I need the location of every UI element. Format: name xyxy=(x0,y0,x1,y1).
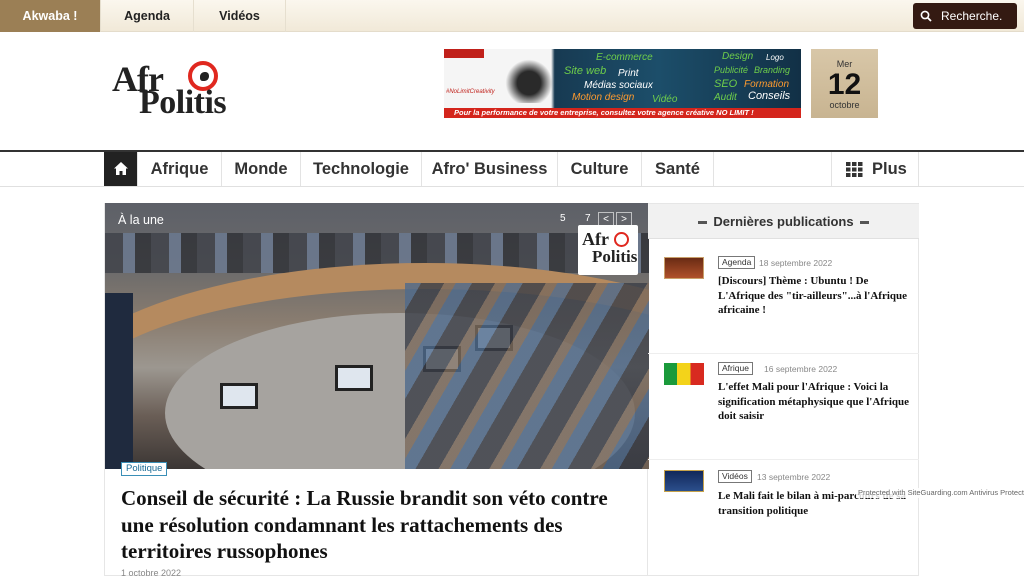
latest-posts-heading: Dernières publications xyxy=(713,214,854,229)
ad-word: E-commerce xyxy=(596,52,653,63)
ad-hashtag: #NoLimitCreativity xyxy=(446,89,495,95)
ad-word: Motion design xyxy=(572,92,635,103)
search-icon xyxy=(920,10,932,22)
ad-word: SEO xyxy=(714,78,738,90)
featured-title[interactable]: Conseil de sécurité : La Russie brandit … xyxy=(121,485,621,565)
post-tag[interactable]: Afrique xyxy=(718,362,753,375)
post-date: 13 septembre 2022 xyxy=(757,472,831,482)
slider-total: 7 xyxy=(585,213,591,224)
ad-banner[interactable]: E-commerce Site web Print Médias sociaux… xyxy=(444,49,801,118)
nav-item-afrique[interactable]: Afrique xyxy=(138,152,222,186)
ad-word: Branding xyxy=(754,65,791,75)
featured-watermark-logo: Afr Politis xyxy=(578,225,638,275)
post-thumbnail[interactable] xyxy=(664,363,704,385)
image-left-figure xyxy=(105,293,133,469)
search-box[interactable] xyxy=(913,3,1017,29)
nav-more-label: Plus xyxy=(872,160,907,178)
nav-item-monde[interactable]: Monde xyxy=(222,152,301,186)
image-delegates xyxy=(405,283,649,469)
nav-item-afro-business[interactable]: Afro' Business xyxy=(422,152,558,186)
post-title[interactable]: L'effet Mali pour l'Afrique : Voici la s… xyxy=(718,380,910,424)
image-monitor xyxy=(335,365,373,391)
featured-article[interactable]: À la une 5 7 < > Afr Politis Politique C… xyxy=(104,203,649,576)
post-title[interactable]: [Discours] Thème : Ubuntu ! De L'Afrique… xyxy=(718,274,910,318)
nav-item-technologie[interactable]: Technologie xyxy=(301,152,422,186)
ad-figure-image xyxy=(504,53,554,103)
post-thumbnail[interactable] xyxy=(664,257,704,279)
list-item[interactable]: Agenda 18 septembre 2022 [Discours] Thèm… xyxy=(648,240,919,354)
search-input[interactable] xyxy=(941,3,1015,29)
watermark-text-bottom: Politis xyxy=(592,247,638,266)
main-nav: Afrique Monde Technologie Afro' Business… xyxy=(0,150,1024,187)
top-link-akwaba[interactable]: Akwaba ! xyxy=(0,0,101,32)
featured-category-badge[interactable]: Politique xyxy=(121,462,168,476)
post-tag[interactable]: Vidéos xyxy=(718,470,752,483)
date-number: 12 xyxy=(827,68,862,101)
ad-word: Formation xyxy=(744,79,790,90)
ad-brand-tag xyxy=(444,49,484,58)
top-bar: Akwaba ! Agenda Vidéos xyxy=(0,0,1024,32)
featured-label: À la une xyxy=(118,213,164,227)
ad-word: Design xyxy=(722,51,754,62)
logo-text-bottom: Politis xyxy=(139,84,227,121)
nav-more-button[interactable]: Plus xyxy=(831,152,919,186)
nav-item-culture[interactable]: Culture xyxy=(558,152,642,186)
ad-word: Médias sociaux xyxy=(584,80,653,91)
site-logo[interactable]: Afr Politis xyxy=(112,58,237,121)
latest-posts-header: Dernières publications xyxy=(648,204,919,239)
ad-word: Logo xyxy=(766,53,784,62)
post-date: 18 septembre 2022 xyxy=(759,258,833,268)
dash-icon xyxy=(859,221,869,225)
featured-date: 1 octobre 2022 xyxy=(121,568,182,576)
slider-current: 5 xyxy=(560,213,566,224)
latest-posts: Dernières publications Agenda 18 septemb… xyxy=(648,203,919,576)
nav-item-sante[interactable]: Santé xyxy=(642,152,714,186)
ad-word: Site web xyxy=(564,65,607,77)
dash-icon xyxy=(698,221,708,225)
ad-tagline-strip: Pour la performance de votre entreprise,… xyxy=(444,108,801,118)
nav-home[interactable] xyxy=(104,152,138,186)
ad-tagline: Pour la performance de votre entreprise,… xyxy=(454,108,754,117)
featured-image[interactable]: À la une 5 7 < > Afr Politis xyxy=(105,203,649,469)
ad-word: Print xyxy=(618,68,639,79)
date-widget: Mer 12 octobre xyxy=(811,49,878,118)
ad-word: Publicité xyxy=(714,65,749,75)
post-tag[interactable]: Agenda xyxy=(718,256,756,269)
list-item[interactable]: Vidéos 13 septembre 2022 Le Mali fait le… xyxy=(648,460,919,576)
post-date: 16 septembre 2022 xyxy=(764,364,838,374)
ad-word: Vidéo xyxy=(652,94,678,105)
list-item[interactable]: Afrique 16 septembre 2022 L'effet Mali p… xyxy=(648,354,919,460)
ad-word: Audit xyxy=(714,92,737,103)
watermark-ring-icon xyxy=(614,232,629,247)
grid-icon xyxy=(846,162,863,177)
top-link-videos[interactable]: Vidéos xyxy=(194,0,286,32)
image-monitor xyxy=(220,383,258,409)
post-thumbnail[interactable] xyxy=(664,470,704,492)
antivirus-notice[interactable]: Protected with SiteGuarding.com Antiviru… xyxy=(856,488,1024,498)
ad-word: Conseils xyxy=(748,90,791,102)
home-icon xyxy=(114,162,128,175)
top-link-agenda[interactable]: Agenda xyxy=(101,0,194,32)
date-month: octobre xyxy=(829,100,860,110)
